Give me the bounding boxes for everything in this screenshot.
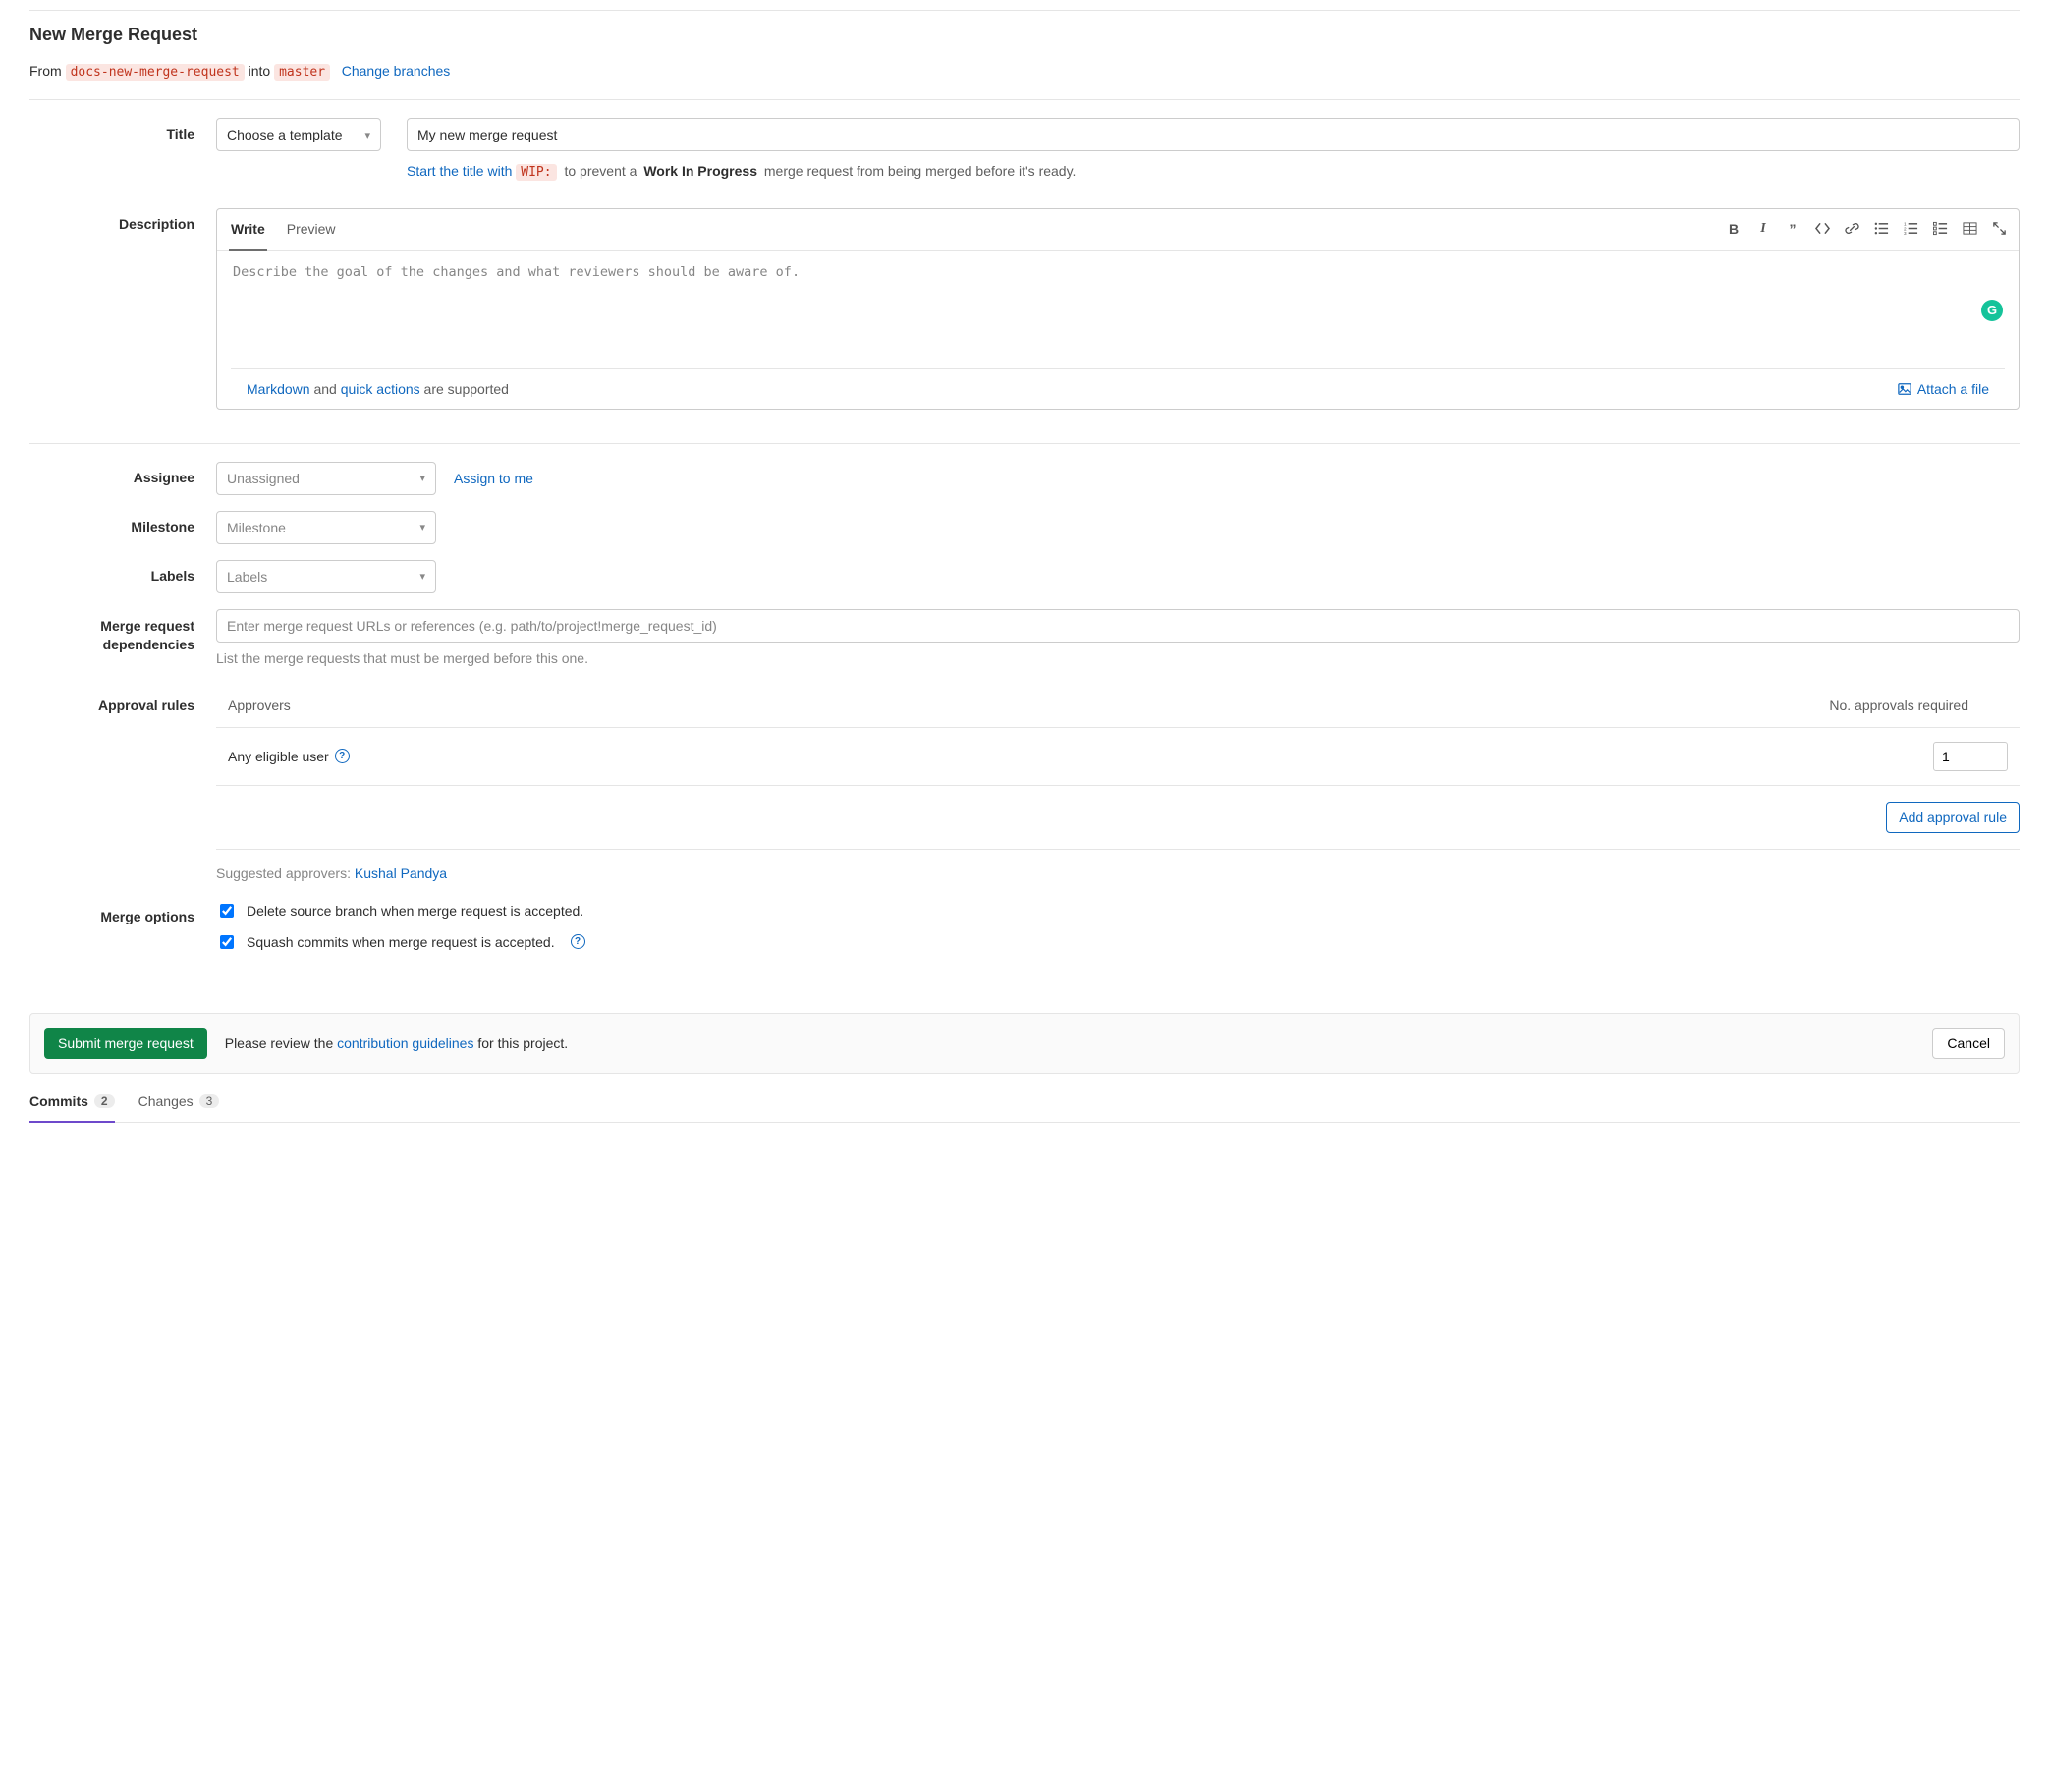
bottom-tabs: Commits 2 Changes 3: [29, 1074, 2020, 1123]
editor-toolbar: B I ” 123: [1726, 221, 2007, 237]
suggested-approvers: Suggested approvers: Kushal Pandya: [216, 849, 2020, 881]
submit-bar: Submit merge request Please review the c…: [29, 1013, 2020, 1074]
table-icon[interactable]: [1962, 221, 1977, 237]
milestone-select[interactable]: Milestone ▾: [216, 511, 436, 544]
link-icon[interactable]: [1844, 221, 1859, 237]
image-icon: [1898, 382, 1911, 396]
source-branch-chip: docs-new-merge-request: [66, 64, 245, 81]
title-input[interactable]: My new merge request: [407, 118, 2020, 151]
squash-label: Squash commits when merge request is acc…: [247, 934, 555, 950]
approval-rule-row: Any eligible user ?: [216, 728, 2020, 786]
submit-button[interactable]: Submit merge request: [44, 1028, 207, 1059]
branch-line: From docs-new-merge-request into master …: [29, 63, 2020, 80]
markdown-support-text: Markdown and quick actions are supported: [247, 381, 509, 397]
wip-hint-link[interactable]: Start the title with WIP:: [407, 163, 560, 179]
merge-options-label: Merge options: [29, 901, 216, 924]
delete-branch-label: Delete source branch when merge request …: [247, 903, 583, 919]
chevron-down-icon: ▾: [364, 129, 370, 141]
ol-icon[interactable]: 123: [1903, 221, 1918, 237]
delete-branch-checkbox[interactable]: [220, 904, 234, 918]
template-select-value: Choose a template: [227, 127, 343, 142]
italic-icon[interactable]: I: [1755, 221, 1771, 237]
commits-count-badge: 2: [94, 1094, 115, 1108]
description-textarea[interactable]: Describe the goal of the changes and wha…: [217, 251, 2019, 368]
help-icon[interactable]: ?: [335, 749, 350, 763]
description-editor: Write Preview B I ” 123: [216, 208, 2020, 410]
attach-file-button[interactable]: Attach a file: [1898, 381, 1989, 397]
assignee-select[interactable]: Unassigned ▾: [216, 462, 436, 495]
change-branches-link[interactable]: Change branches: [342, 63, 451, 79]
deps-help: List the merge requests that must be mer…: [216, 650, 2020, 666]
deps-label: Merge requestdependencies: [29, 609, 216, 655]
approvals-label: Approval rules: [29, 690, 216, 713]
tab-commits[interactable]: Commits 2: [29, 1093, 115, 1123]
quick-actions-link[interactable]: quick actions: [341, 381, 420, 397]
markdown-link[interactable]: Markdown: [247, 381, 310, 397]
chevron-down-icon: ▾: [419, 570, 425, 583]
title-label: Title: [29, 118, 216, 141]
svg-text:3: 3: [1904, 231, 1907, 236]
milestone-label: Milestone: [29, 511, 216, 534]
cancel-button[interactable]: Cancel: [1932, 1028, 2005, 1059]
tab-changes[interactable]: Changes 3: [138, 1093, 220, 1122]
tab-preview[interactable]: Preview: [285, 209, 338, 250]
contribution-guidelines-link[interactable]: contribution guidelines: [337, 1036, 473, 1051]
description-label: Description: [29, 208, 216, 232]
fullscreen-icon[interactable]: [1991, 221, 2007, 237]
chevron-down-icon: ▾: [419, 472, 425, 484]
page-title: New Merge Request: [29, 25, 2020, 45]
add-approval-rule-button[interactable]: Add approval rule: [1886, 802, 2020, 833]
help-icon[interactable]: ?: [571, 934, 585, 949]
review-guidelines-text: Please review the contribution guideline…: [225, 1036, 568, 1051]
labels-label: Labels: [29, 560, 216, 584]
grammarly-icon[interactable]: G: [1981, 300, 2003, 321]
ul-icon[interactable]: [1873, 221, 1889, 237]
required-col: No. approvals required: [1829, 698, 1968, 713]
bold-icon[interactable]: B: [1726, 221, 1742, 237]
labels-select[interactable]: Labels ▾: [216, 560, 436, 593]
tab-write[interactable]: Write: [229, 209, 267, 251]
target-branch-chip: master: [274, 64, 330, 81]
assignee-label: Assignee: [29, 462, 216, 485]
changes-count-badge: 3: [199, 1094, 220, 1108]
deps-input[interactable]: Enter merge request URLs or references (…: [216, 609, 2020, 643]
suggested-approver-link[interactable]: Kushal Pandya: [355, 866, 447, 881]
code-icon[interactable]: [1814, 221, 1830, 237]
squash-checkbox[interactable]: [220, 935, 234, 949]
task-list-icon[interactable]: [1932, 221, 1948, 237]
approvers-col: Approvers: [228, 698, 291, 713]
into-label: into: [249, 63, 271, 79]
chevron-down-icon: ▾: [419, 521, 425, 533]
from-label: From: [29, 63, 62, 79]
approval-rule-name: Any eligible user: [228, 749, 329, 764]
template-select[interactable]: Choose a template ▾: [216, 118, 381, 151]
assign-to-me-link[interactable]: Assign to me: [454, 471, 533, 486]
quote-icon[interactable]: ”: [1785, 221, 1800, 237]
title-input-value: My new merge request: [417, 127, 557, 142]
approvals-required-input[interactable]: [1933, 742, 2008, 771]
